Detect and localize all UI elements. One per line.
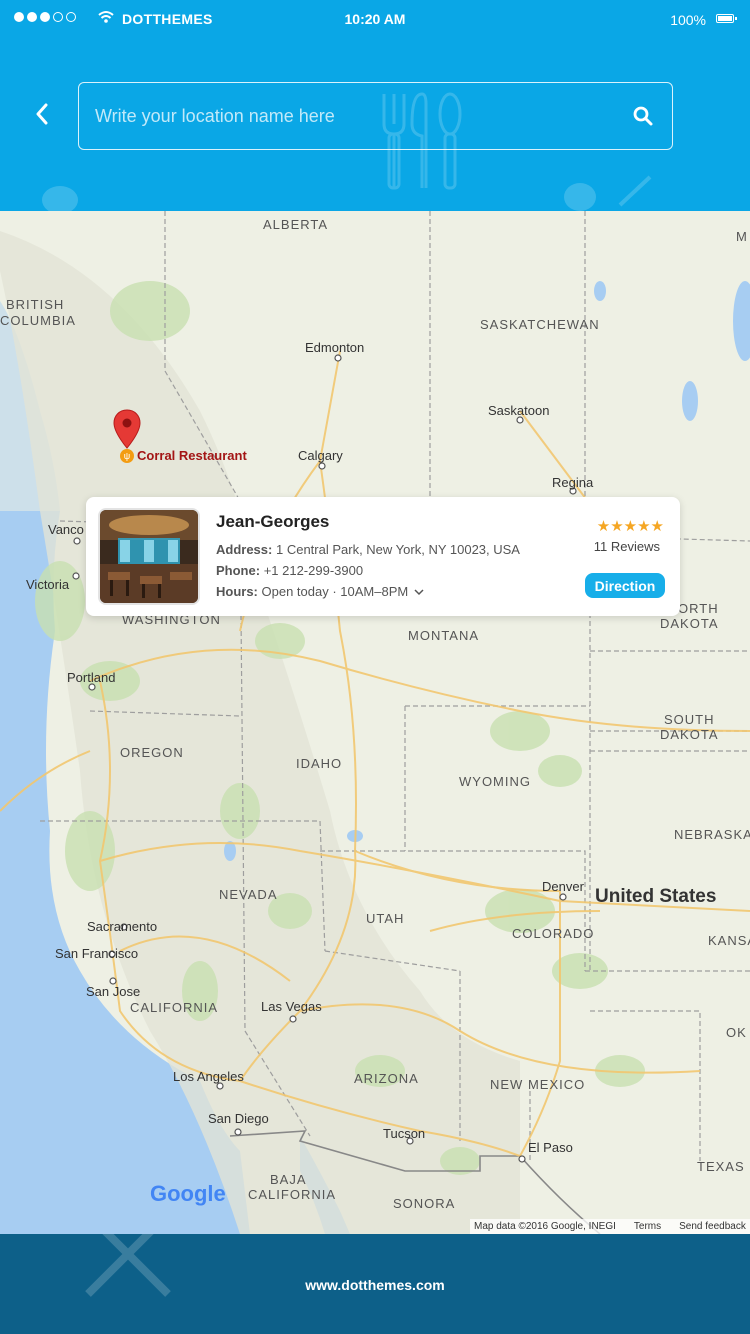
restaurant-map-marker[interactable]: ψ Corral Restaurant: [120, 448, 247, 463]
phone-label: Phone:: [216, 563, 261, 578]
chevron-left-icon: [36, 103, 48, 125]
map-label-texas: TEXAS: [697, 1159, 745, 1174]
map-label-dakota-north: DAKOTA: [660, 616, 719, 631]
map-label-sacramento: Sacramento: [87, 919, 158, 934]
map-label-alberta: ALBERTA: [263, 217, 329, 232]
map-label-montana: MONTANA: [408, 628, 480, 643]
review-count[interactable]: 11 Reviews: [594, 539, 660, 554]
map-label-portland: Portland: [67, 670, 116, 685]
map-label-denver: Denver: [542, 879, 584, 894]
map-label-calgary: Calgary: [298, 448, 343, 463]
restaurant-hours[interactable]: Hours: Open today · 10AM–8PM: [216, 584, 424, 599]
map-label-las-vegas: Las Vegas: [261, 999, 322, 1014]
map-label-edmonton: Edmonton: [305, 340, 365, 355]
map-attribution: Map data ©2016 Google, INEGI Terms Send …: [470, 1219, 750, 1234]
map-label-saskatoon: Saskatoon: [488, 403, 550, 418]
map-label-arizona: ARIZONA: [354, 1071, 419, 1086]
spoon-watermark-icon: [42, 186, 78, 211]
battery-percent: 100%: [670, 12, 706, 28]
map-label-idaho: IDAHO: [296, 756, 343, 771]
map-label-baja: BAJA: [270, 1172, 307, 1187]
map-label-new-mexico: NEW MEXICO: [490, 1077, 586, 1092]
footer-website[interactable]: www.dotthemes.com: [0, 1277, 750, 1293]
map-data-credit: Map data ©2016 Google, INEGI: [474, 1221, 616, 1232]
restaurant-photo: [98, 508, 200, 605]
map-label-el-paso: El Paso: [528, 1140, 573, 1155]
map-label-san-diego: San Diego: [208, 1111, 269, 1126]
chevron-down-icon[interactable]: [414, 588, 424, 596]
fork-knife-watermark-icon: [85, 1234, 171, 1297]
address-label: Address:: [216, 542, 273, 557]
map-label-kansa: KANSA: [708, 933, 750, 948]
map-label-united-states: United States: [595, 886, 717, 907]
map-label-ok: OK: [726, 1025, 747, 1040]
map-label-columbia: COLUMBIA: [0, 313, 76, 328]
map-label-los-angeles: Los Angeles: [173, 1069, 244, 1084]
map-label-south: SOUTH: [664, 712, 715, 727]
map-label-vanco: Vanco: [48, 522, 84, 537]
terms-link[interactable]: Terms: [634, 1221, 661, 1232]
google-logo: Google: [150, 1181, 226, 1207]
map-label-wyoming: WYOMING: [459, 774, 531, 789]
star-rating: ★★★★★: [597, 517, 664, 535]
map-label-orth: ORTH: [678, 601, 719, 616]
phone-value[interactable]: +1 212-299-3900: [264, 563, 363, 578]
hours-value: Open today · 10AM–8PM: [261, 584, 409, 599]
status-bar: DOTTHEMES 10:20 AM 100%: [0, 0, 750, 40]
search-bar: [78, 82, 673, 150]
map-label-california: CALIFORNIA: [130, 1000, 219, 1015]
restaurant-name: Jean-Georges: [216, 512, 330, 531]
map-label-utah: UTAH: [366, 911, 405, 926]
footer: www.dotthemes.com: [0, 1234, 750, 1334]
map-label-m: M: [736, 229, 748, 244]
map-label-dakota-south: DAKOTA: [660, 727, 719, 742]
map-label-baja-california: CALIFORNIA: [248, 1187, 337, 1202]
restaurant-interior-image: [100, 510, 198, 603]
map-pin-icon[interactable]: [113, 409, 141, 449]
address-value: 1 Central Park, New York, NY 10023, USA: [275, 542, 520, 557]
map-label-oregon: OREGON: [120, 745, 184, 760]
star-icons: ★★★★★: [596, 518, 664, 535]
restaurant-marker-icon: ψ: [120, 448, 134, 463]
back-button[interactable]: [24, 96, 60, 132]
restaurant-marker-label: Corral Restaurant: [137, 448, 247, 463]
map-label-british: BRITISH: [6, 297, 65, 312]
header: DOTTHEMES 10:20 AM 100%: [0, 0, 750, 211]
map-label-tucson: Tucson: [383, 1126, 426, 1141]
direction-button[interactable]: Direction: [585, 573, 665, 598]
map-label-sonora: SONORA: [393, 1196, 456, 1211]
google-logo-text: Google: [150, 1181, 226, 1206]
status-time: 10:20 AM: [344, 11, 406, 27]
map-label-san-francisco: San Francisco: [55, 946, 139, 961]
map-label-saskatchewan: SASKATCHEWAN: [480, 317, 600, 332]
map-label-victoria: Victoria: [26, 577, 70, 592]
hours-label: Hours:: [216, 584, 258, 599]
fork-watermark-icon: [564, 175, 652, 211]
map-label-nevada: NEVADA: [219, 887, 278, 902]
send-feedback-link[interactable]: Send feedback: [679, 1221, 746, 1232]
search-input[interactable]: [93, 95, 617, 137]
map-label-san-jose: San Jose: [86, 984, 141, 999]
map-label-colorado: COLORADO: [512, 926, 595, 941]
restaurant-info-card[interactable]: Jean-Georges Address: 1 Central Park, Ne…: [86, 497, 680, 616]
map-view[interactable]: ALBERTA BRITISH COLUMBIA SASKATCHEWAN Ed…: [0, 211, 750, 1234]
restaurant-phone: Phone: +1 212-299-3900: [216, 563, 363, 578]
restaurant-address: Address: 1 Central Park, New York, NY 10…: [216, 542, 520, 557]
map-label-regina: Regina: [552, 475, 594, 490]
battery-icon: [716, 14, 737, 23]
map-label-nebraska: NEBRASKA: [674, 827, 750, 842]
search-icon[interactable]: [632, 105, 654, 127]
